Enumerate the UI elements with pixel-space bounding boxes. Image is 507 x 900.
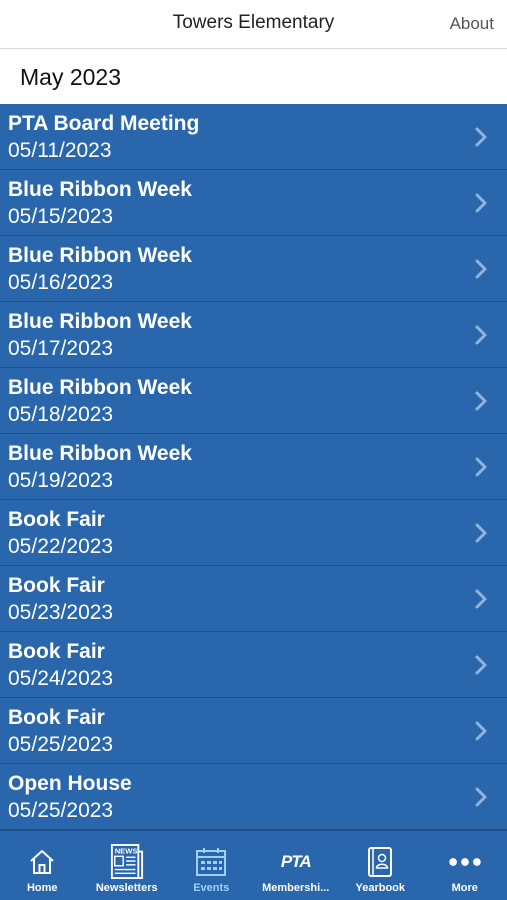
event-row[interactable]: Book Fair 05/23/2023 xyxy=(0,566,507,632)
chevron-right-icon xyxy=(471,522,491,544)
newspaper-logo-text: NEWS xyxy=(114,847,137,856)
app-title: Towers Elementary xyxy=(172,12,335,33)
chevron-right-icon xyxy=(471,654,491,676)
pta-logo-icon: PTA xyxy=(279,845,313,879)
event-row[interactable]: Blue Ribbon Week 05/15/2023 xyxy=(0,170,507,236)
event-name: Blue Ribbon Week xyxy=(8,310,192,333)
chevron-right-icon xyxy=(471,126,491,148)
event-row[interactable]: Blue Ribbon Week 05/17/2023 xyxy=(0,302,507,368)
event-row[interactable]: Book Fair 05/25/2023 xyxy=(0,698,507,764)
month-label: May 2023 xyxy=(20,64,122,90)
tab-newsletters-label: Newsletters xyxy=(95,882,158,894)
tab-more[interactable]: More xyxy=(423,831,507,900)
event-row[interactable]: Blue Ribbon Week 05/16/2023 xyxy=(0,236,507,302)
chevron-right-icon xyxy=(471,588,491,610)
tab-yearbook-label: Yearbook xyxy=(355,882,406,894)
tab-more-label: More xyxy=(451,882,478,894)
event-name: Blue Ribbon Week xyxy=(8,244,192,267)
chevron-right-icon xyxy=(471,720,491,742)
event-date: 05/11/2023 xyxy=(8,139,112,162)
event-list: PTA Board Meeting 05/11/2023 Blue Ribbon W… xyxy=(0,104,507,830)
event-date: 05/18/2023 xyxy=(8,403,114,426)
event-name: PTA Board Meeting xyxy=(8,112,200,135)
tab-bar: Home NEWS Newsletters Events PTA Members… xyxy=(0,830,507,900)
event-date: 05/15/2023 xyxy=(8,205,114,228)
home-icon xyxy=(25,845,59,879)
tab-home-label: Home xyxy=(26,882,58,894)
event-date: 05/25/2023 xyxy=(8,733,114,756)
event-name: Blue Ribbon Week xyxy=(8,178,192,201)
chevron-right-icon xyxy=(471,192,491,214)
tab-yearbook[interactable]: Yearbook xyxy=(338,831,423,900)
event-row[interactable]: Book Fair 05/24/2023 xyxy=(0,632,507,698)
chevron-right-icon xyxy=(471,456,491,478)
about-button[interactable]: About xyxy=(450,14,494,34)
event-name: Blue Ribbon Week xyxy=(8,442,192,465)
event-date: 05/19/2023 xyxy=(8,469,114,492)
event-row[interactable]: PTA Board Meeting 05/11/2023 xyxy=(0,104,507,170)
event-name: Book Fair xyxy=(8,640,105,663)
tab-home[interactable]: Home xyxy=(0,831,85,900)
tab-membership-label: Membershi... xyxy=(262,882,330,894)
tab-events[interactable]: Events xyxy=(169,831,254,900)
newspaper-icon: NEWS xyxy=(110,844,144,879)
more-dots-icon xyxy=(448,845,482,879)
event-name: Open House xyxy=(8,772,132,795)
chevron-right-icon xyxy=(471,390,491,412)
tab-newsletters[interactable]: NEWS Newsletters xyxy=(85,831,170,900)
event-date: 05/16/2023 xyxy=(8,271,114,294)
event-name: Blue Ribbon Week xyxy=(8,376,192,399)
event-row[interactable]: Blue Ribbon Week 05/18/2023 xyxy=(0,368,507,434)
event-name: Book Fair xyxy=(8,574,105,597)
event-date: 05/22/2023 xyxy=(8,535,114,558)
month-header: May 2023 xyxy=(0,50,507,104)
tab-events-label: Events xyxy=(193,882,230,894)
event-name: Book Fair xyxy=(8,706,105,729)
yearbook-icon xyxy=(363,845,397,879)
event-name: Book Fair xyxy=(8,508,105,531)
top-navigation-bar: Towers Elementary About xyxy=(0,0,507,49)
event-date: 05/25/2023 xyxy=(8,799,114,822)
event-date: 05/24/2023 xyxy=(8,667,114,690)
event-row[interactable]: Book Fair 05/22/2023 xyxy=(0,500,507,566)
event-row[interactable]: Blue Ribbon Week 05/19/2023 xyxy=(0,434,507,500)
event-date: 05/23/2023 xyxy=(8,601,114,624)
chevron-right-icon xyxy=(471,786,491,808)
chevron-right-icon xyxy=(471,258,491,280)
calendar-icon xyxy=(194,845,228,879)
tab-membership[interactable]: PTA Membershi... xyxy=(254,831,339,900)
event-date: 05/17/2023 xyxy=(8,337,114,360)
chevron-right-icon xyxy=(471,324,491,346)
event-row[interactable]: Open House 05/25/2023 xyxy=(0,764,507,830)
pta-logo-text: PTA xyxy=(280,852,312,871)
